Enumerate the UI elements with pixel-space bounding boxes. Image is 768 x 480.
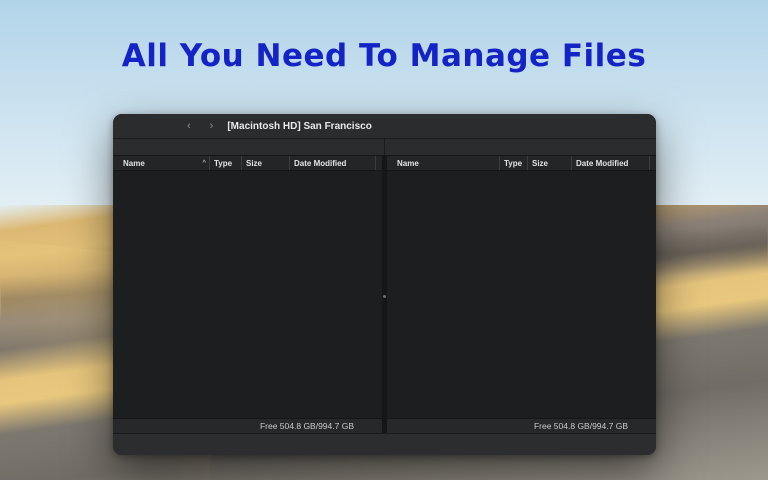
- column-header-date[interactable]: Date Modified: [289, 156, 376, 170]
- function-key-bar: [113, 433, 656, 455]
- right-file-list: [387, 171, 656, 418]
- forward-icon[interactable]: ›: [210, 121, 214, 132]
- title-bar: ‹ › [Macintosh HD] San Francisco: [113, 114, 656, 139]
- column-header-size[interactable]: Size: [527, 156, 571, 170]
- close-button[interactable]: [123, 122, 132, 131]
- minimize-button[interactable]: [139, 122, 148, 131]
- column-header-type[interactable]: Type: [209, 156, 241, 170]
- right-pane: Name Type Size Date Modified Free 504.8 …: [387, 156, 656, 433]
- left-pane: Name ^ Type Size Date Modified Free 504.…: [113, 156, 382, 433]
- right-column-headers: Name Type Size Date Modified: [387, 156, 656, 171]
- dual-panes: Name ^ Type Size Date Modified Free 504.…: [113, 156, 656, 433]
- marketing-headline: All You Need To Manage Files: [0, 38, 768, 74]
- left-pane-footer: Free 504.8 GB/994.7 GB: [113, 418, 382, 433]
- sort-ascending-icon: ^: [202, 160, 206, 166]
- splitter-handle-icon: [383, 295, 386, 298]
- window-title: [Macintosh HD] San Francisco: [227, 121, 371, 132]
- pane-splitter[interactable]: [382, 156, 387, 433]
- breadcrumb-left: [113, 139, 385, 155]
- column-header-size[interactable]: Size: [241, 156, 289, 170]
- left-column-headers: Name ^ Type Size Date Modified: [113, 156, 382, 171]
- left-file-list: [113, 171, 382, 418]
- column-header-type[interactable]: Type: [499, 156, 527, 170]
- zoom-button[interactable]: [155, 122, 164, 131]
- right-pane-footer: Free 504.8 GB/994.7 GB: [387, 418, 656, 433]
- file-manager-window: ‹ › [Macintosh HD] San Francisco Name ^ …: [113, 114, 656, 455]
- back-icon[interactable]: ‹: [187, 121, 191, 132]
- column-header-name[interactable]: Name ^: [113, 156, 209, 170]
- breadcrumb-row: [113, 139, 656, 156]
- column-header-date[interactable]: Date Modified: [571, 156, 650, 170]
- breadcrumb-right: [385, 139, 657, 155]
- column-header-name[interactable]: Name: [387, 156, 499, 170]
- traffic-lights: [123, 122, 164, 131]
- free-space-label: Free 504.8 GB/994.7 GB: [260, 421, 354, 431]
- free-space-label: Free 504.8 GB/994.7 GB: [534, 421, 628, 431]
